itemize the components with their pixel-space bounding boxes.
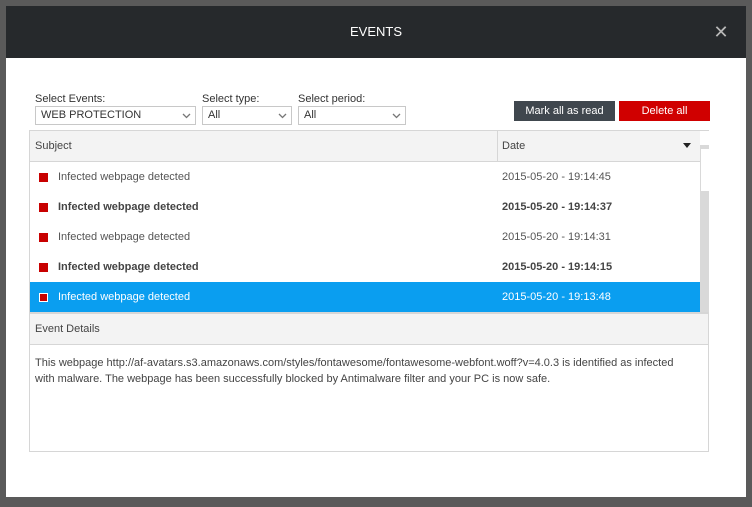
event-details-text: This webpage http://af-avatars.s3.amazon… — [35, 355, 700, 387]
column-header-subject[interactable]: Subject — [35, 131, 72, 161]
table-row-selected[interactable]: Infected webpage detected 2015-05-20 - 1… — [30, 282, 700, 312]
select-events-dropdown[interactable]: WEB PROTECTION — [35, 106, 196, 125]
table-header: Subject Date — [30, 131, 700, 162]
select-events-value: WEB PROTECTION — [41, 109, 142, 121]
select-type-value: All — [208, 109, 221, 121]
infection-marker-icon — [39, 233, 48, 242]
row-date: 2015-05-20 - 19:14:15 — [502, 261, 613, 273]
select-type-label: Select type: — [202, 93, 260, 105]
table-row[interactable]: Infected webpage detected 2015-05-20 - 1… — [30, 222, 700, 252]
column-divider — [497, 131, 498, 161]
sort-desc-icon[interactable] — [683, 143, 691, 149]
dialog-title: EVENTS — [349, 24, 402, 39]
row-date: 2015-05-20 - 19:14:45 — [502, 171, 611, 183]
row-date: 2015-05-20 - 19:14:37 — [502, 201, 613, 213]
select-period-dropdown[interactable]: All — [298, 106, 406, 125]
event-details-panel: Event Details This webpage http://af-ava… — [29, 313, 709, 452]
event-details-line: with malware. The webpage has been succe… — [35, 373, 551, 385]
close-icon[interactable]: ✕ — [712, 23, 730, 41]
table-row[interactable]: Infected webpage detected 2015-05-20 - 1… — [30, 192, 700, 222]
events-table: Subject Date Infected webpage detected 2… — [29, 130, 709, 313]
table-row[interactable]: Infected webpage detected 2015-05-20 - 1… — [30, 162, 700, 192]
row-subject: Infected webpage detected — [58, 231, 191, 243]
table-scrollbar[interactable] — [700, 145, 709, 312]
table-row[interactable]: Infected webpage detected 2015-05-20 - 1… — [30, 252, 700, 282]
infection-marker-icon — [39, 173, 48, 182]
select-period-value: All — [304, 109, 317, 121]
infection-marker-icon — [39, 203, 48, 212]
chevron-down-icon — [278, 113, 287, 119]
title-bar: EVENTS ✕ — [6, 6, 746, 58]
delete-all-button[interactable]: Delete all — [619, 101, 710, 121]
row-subject: Infected webpage detected — [58, 171, 191, 183]
column-header-date[interactable]: Date — [502, 131, 525, 161]
chevron-down-icon — [392, 113, 401, 119]
infection-marker-icon — [39, 293, 48, 302]
row-date: 2015-05-20 - 19:13:48 — [502, 291, 611, 303]
select-period-label: Select period: — [298, 93, 366, 105]
infection-marker-icon — [39, 263, 48, 272]
select-events-label: Select Events: — [35, 93, 106, 105]
row-subject: Infected webpage detected — [58, 261, 199, 273]
mark-all-read-button[interactable]: Mark all as read — [514, 101, 615, 121]
chevron-down-icon — [182, 113, 191, 119]
select-type-dropdown[interactable]: All — [202, 106, 292, 125]
event-details-header: Event Details — [30, 314, 708, 345]
event-details-line: This webpage http://af-avatars.s3.amazon… — [35, 357, 674, 369]
row-subject: Infected webpage detected — [58, 291, 191, 303]
scrollbar-thumb[interactable] — [701, 149, 709, 191]
row-subject: Infected webpage detected — [58, 201, 199, 213]
row-date: 2015-05-20 - 19:14:31 — [502, 231, 611, 243]
